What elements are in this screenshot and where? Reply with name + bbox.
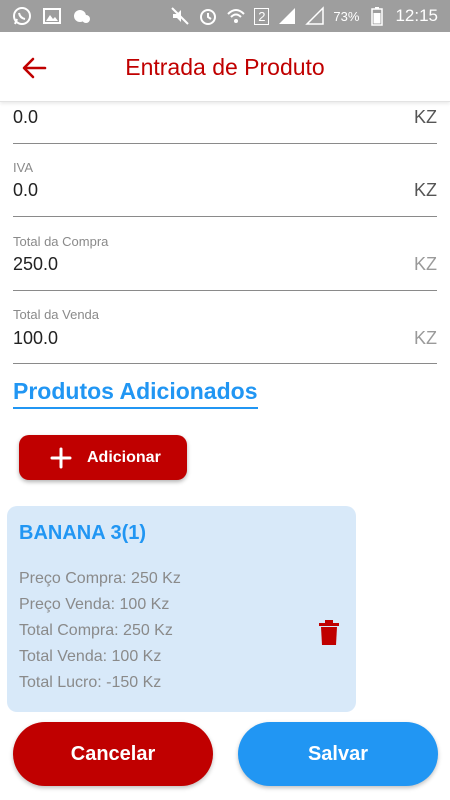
signal-icon	[277, 6, 297, 26]
add-product-button[interactable]: Adicionar	[19, 435, 187, 480]
field-value: 0.0	[13, 180, 39, 200]
whatsapp-icon	[12, 6, 32, 26]
field-label: Total da Compra	[13, 234, 109, 249]
field-unit: KZ	[413, 328, 437, 348]
total-compra-line: Total Compra: 250 Kz	[19, 622, 173, 639]
wifi-icon	[226, 6, 246, 26]
price-field[interactable]: 0.0 KZ	[13, 102, 437, 144]
alarm-icon	[198, 6, 218, 26]
total-compra-field[interactable]: Total da Compra 250.0 KZ	[13, 234, 437, 291]
preco-venda-line: Preço Venda: 100 Kz	[19, 596, 170, 613]
section-title: Produtos Adicionados	[13, 378, 258, 409]
cancel-button[interactable]: Cancelar	[13, 722, 213, 786]
weather-icon	[72, 6, 92, 26]
save-button[interactable]: Salvar	[238, 722, 438, 786]
clock: 12:15	[395, 6, 438, 25]
signal-2-icon	[305, 6, 325, 26]
field-value: 100.0	[13, 328, 59, 348]
field-value: 250.0	[13, 254, 59, 274]
field-label: IVA	[13, 160, 33, 175]
total-lucro-line: Total Lucro: -150 Kz	[19, 674, 162, 691]
trash-icon[interactable]	[318, 620, 340, 646]
field-unit: KZ	[413, 180, 437, 200]
gallery-icon	[42, 6, 62, 26]
add-button-label: Adicionar	[87, 448, 161, 466]
page-title: Entrada de Produto	[125, 54, 325, 80]
battery-percent: 73%	[333, 8, 360, 24]
field-value: 0.0	[13, 107, 39, 127]
preco-compra-line: Preço Compra: 250 Kz	[19, 570, 181, 587]
field-unit: KZ	[413, 254, 437, 274]
sim-badge: 2	[254, 7, 270, 25]
field-unit: KZ	[413, 107, 437, 127]
total-venda-field[interactable]: Total da Venda 100.0 KZ	[13, 307, 437, 364]
app-bar: Entrada de Produto	[0, 32, 450, 102]
field-label: Total da Venda	[13, 307, 100, 322]
total-venda-line: Total Venda: 100 Kz	[19, 648, 162, 665]
product-card: BANANA 3(1) Preço Compra: 250 Kz Preço V…	[7, 506, 356, 712]
product-title: BANANA 3(1)	[19, 522, 147, 544]
status-bar: 2 73% 12:15	[0, 0, 450, 32]
mute-icon	[170, 6, 190, 26]
plus-icon	[50, 447, 72, 468]
form-content[interactable]: 0.0 KZ IVA 0.0 KZ Total da Compra 250.0 …	[0, 102, 450, 800]
iva-field[interactable]: IVA 0.0 KZ	[13, 160, 437, 217]
battery-icon	[367, 6, 387, 26]
